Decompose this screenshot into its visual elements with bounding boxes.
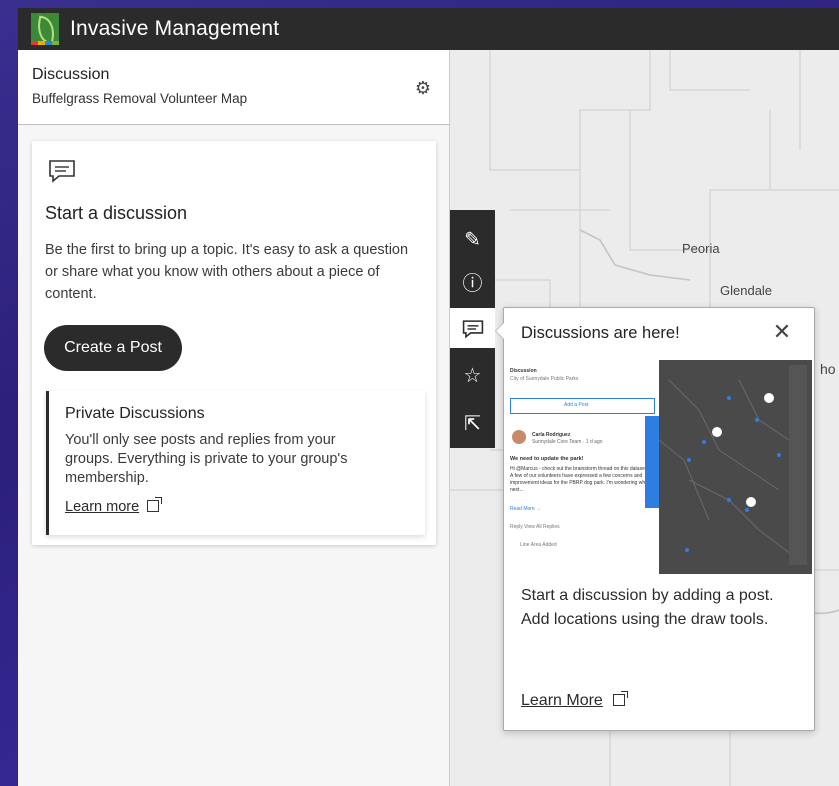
panel-subtitle: Buffelgrass Removal Volunteer Map: [32, 91, 248, 106]
private-heading: Private Discussions: [65, 405, 205, 422]
panel-body: Start a discussion Be the first to bring…: [18, 125, 449, 786]
private-body: You'll only see posts and replies from y…: [65, 432, 348, 486]
discussions-popover: Discussions are here! ✕ Discussion City …: [495, 307, 815, 731]
app-title: Invasive Management: [70, 17, 280, 40]
empty-state-description: Be the first to bring up a topic. It's e…: [45, 242, 409, 302]
preview-author: Carla Rodriguez: [532, 432, 571, 438]
map-label-glendale: Glendale: [720, 283, 773, 298]
discussion-panel: Discussion Buffelgrass Removal Volunteer…: [18, 50, 450, 786]
preview-map: [658, 360, 812, 574]
comment-icon[interactable]: [450, 308, 495, 348]
map-toolbar: ✎ ⓘ ☆ ⇱: [450, 210, 495, 448]
top-bar: Invasive Management: [18, 8, 839, 50]
preview-post-body: Hi @Marcus - check out the brainstorm th…: [510, 466, 650, 493]
close-icon[interactable]: ✕: [770, 320, 794, 344]
star-icon[interactable]: ☆: [450, 356, 495, 396]
preview-panel-subtitle: City of Sunnydale Public Parks: [510, 376, 579, 382]
panel-header: Discussion Buffelgrass Removal Volunteer…: [18, 50, 449, 125]
popover-body: Start a discussion by adding a post. Add…: [521, 587, 774, 628]
app-window: Invasive Management Discussion Buffelgra…: [18, 8, 839, 786]
external-link-icon: [612, 691, 628, 706]
preview-post-title: We need to update the park!: [510, 456, 584, 462]
pencil-icon[interactable]: ✎: [450, 220, 495, 260]
preview-image: Discussion City of Sunnydale Public Park…: [504, 360, 812, 574]
preview-reply: Reply View All Replies: [510, 524, 560, 530]
learn-more-label: Learn more: [65, 499, 140, 515]
preview-read-more: Read More →: [510, 506, 542, 512]
logo-color-bar: [31, 41, 59, 45]
empty-state-heading: Start a discussion: [45, 203, 188, 223]
map-label-peoria: Peoria: [682, 241, 720, 256]
preview-author-meta: Sunnydale Core Team · 1 d ago: [532, 439, 603, 445]
comment-icon: [49, 160, 75, 183]
preview-avatar: [512, 430, 526, 444]
external-link-icon: [147, 497, 163, 512]
learn-more-link[interactable]: Learn more: [65, 497, 163, 515]
info-icon[interactable]: ⓘ: [450, 264, 495, 304]
panel-title: Discussion: [32, 66, 110, 83]
private-discussions-notice: Private Discussions You'll only see post…: [46, 391, 425, 535]
comment-glyph: [462, 320, 483, 339]
map-label-phoenix: ho: [820, 361, 836, 377]
gear-icon[interactable]: ⚙: [413, 78, 433, 98]
preview-add-post-label: Add a Post: [564, 402, 589, 408]
preview-panel: Discussion City of Sunnydale Public Park…: [504, 360, 659, 574]
preview-toolbar: [645, 416, 659, 508]
preview-map-graphics: [658, 365, 807, 565]
share-icon[interactable]: ⇱: [450, 404, 495, 444]
popover-learn-more-label: Learn More: [521, 692, 603, 709]
empty-state-card: Start a discussion Be the first to bring…: [32, 141, 436, 545]
create-post-button[interactable]: Create a Post: [44, 325, 182, 371]
preview-panel-title: Discussion: [510, 368, 537, 374]
app-logo: [31, 13, 59, 45]
preview-area: Line Area Added: [520, 542, 557, 548]
popover-learn-more-link[interactable]: Learn More: [521, 691, 628, 710]
popover-title: Discussions are here!: [521, 324, 680, 342]
